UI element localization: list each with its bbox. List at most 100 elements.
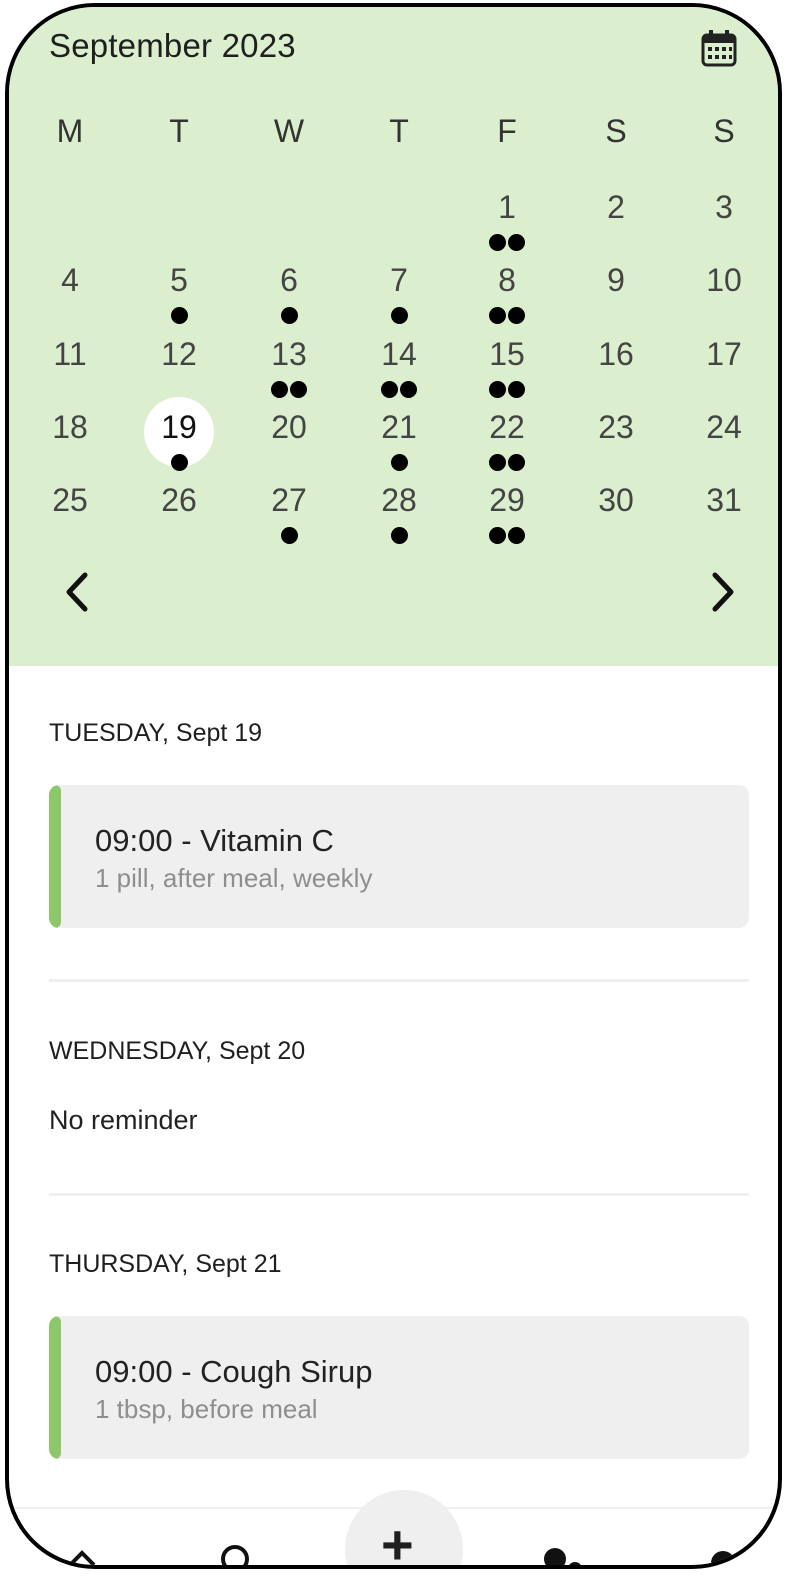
- reminder-dot: [489, 307, 506, 324]
- reminder-detail: 1 pill, after meal, weekly: [95, 863, 373, 893]
- day-number: 29: [489, 482, 525, 518]
- day-number: 30: [598, 482, 634, 518]
- calendar-day[interactable]: 27: [254, 470, 324, 544]
- calendar-day[interactable]: 6: [254, 250, 324, 324]
- reminder-detail: 1 tbsp, before meal: [95, 1394, 318, 1424]
- reminder-dot: [400, 381, 417, 398]
- weekday-label: T: [389, 113, 409, 149]
- reminder-dot: [508, 527, 525, 544]
- user-icon[interactable]: [541, 1545, 585, 1569]
- calendar-day[interactable]: 23: [581, 397, 651, 467]
- section-heading: TUESDAY, Sept 19: [49, 719, 263, 747]
- day-number: 14: [381, 336, 417, 372]
- reminder-dot: [508, 307, 525, 324]
- calendar-day[interactable]: 26: [144, 470, 214, 540]
- day-section-thursday: THURSDAY, Sept 21: [49, 1250, 742, 1279]
- reminder-dots: [364, 444, 434, 471]
- calendar-day[interactable]: 14: [364, 324, 434, 398]
- day-section-wednesday: WEDNESDAY, Sept 20: [49, 1037, 742, 1066]
- phone-frame: September 2023 MTWTFSS 1 2 3 4 5 6 7 8 9 10 11 12 13…: [5, 3, 782, 1569]
- weekday-label: S: [605, 113, 627, 149]
- calendar-day[interactable]: 16: [581, 324, 651, 394]
- weekday-label: S: [713, 113, 735, 149]
- reminder-dot: [381, 381, 398, 398]
- calendar-day[interactable]: 11: [35, 324, 105, 394]
- calendar-day-today[interactable]: 19: [144, 397, 214, 471]
- reminder-dot: [280, 307, 298, 324]
- reminder-dots: [144, 297, 214, 324]
- calendar-day[interactable]: 21: [364, 397, 434, 471]
- day-number: 24: [706, 409, 742, 445]
- reminder-dots: [364, 371, 434, 398]
- reminder-dot: [489, 527, 506, 544]
- weekday-label: T: [169, 113, 189, 149]
- calendar-day[interactable]: 3: [689, 177, 759, 247]
- calendar-day[interactable]: 2: [581, 177, 651, 247]
- calendar-day[interactable]: 18: [35, 397, 105, 467]
- reminder-dots: [472, 444, 542, 471]
- calendar-day[interactable]: 24: [689, 397, 759, 467]
- calendar-icon[interactable]: [701, 27, 737, 69]
- calendar-day[interactable]: 17: [689, 324, 759, 394]
- day-number: 7: [390, 262, 408, 298]
- calendar-day[interactable]: 25: [35, 470, 105, 540]
- calendar-day[interactable]: 12: [144, 324, 214, 394]
- reminder-dots: [364, 517, 434, 544]
- calendar-day[interactable]: 4: [35, 250, 105, 320]
- calendar-day[interactable]: 31: [689, 470, 759, 540]
- search-icon[interactable]: [217, 1541, 253, 1569]
- calendar-day[interactable]: 10: [689, 250, 759, 320]
- day-number: 6: [280, 262, 298, 298]
- add-reminder-button[interactable]: +: [345, 1490, 463, 1569]
- day-number: 13: [271, 336, 307, 372]
- chevron-left-icon[interactable]: [55, 567, 101, 617]
- calendar-day[interactable]: 9: [581, 250, 651, 320]
- weekday-label: W: [273, 113, 305, 149]
- settings-icon[interactable]: [705, 1545, 741, 1569]
- reminder-dot: [489, 454, 506, 471]
- chevron-right-icon[interactable]: [699, 567, 745, 617]
- reminder-dots: [472, 371, 542, 398]
- calendar-day[interactable]: 13: [254, 324, 324, 398]
- section-heading: THURSDAY, Sept 21: [49, 1250, 282, 1278]
- plus-icon: +: [381, 1513, 414, 1569]
- accent-bar: [49, 785, 61, 928]
- reminder-dots: [472, 517, 542, 544]
- reminder-dots: [364, 297, 434, 324]
- reminder-dots: [472, 297, 542, 324]
- calendar-day[interactable]: 8: [472, 250, 542, 324]
- calendar-day[interactable]: 29: [472, 470, 542, 544]
- reminder-card[interactable]: 09:00 - Cough Sirup 1 tbsp, before meal: [49, 1316, 749, 1459]
- reminder-dot: [390, 527, 408, 544]
- reminder-dot: [489, 234, 506, 251]
- calendar-day[interactable]: 5: [144, 250, 214, 324]
- day-number: 15: [489, 336, 525, 372]
- reminder-dot: [508, 381, 525, 398]
- day-section-tuesday: TUESDAY, Sept 19: [49, 719, 742, 748]
- day-number: 27: [271, 482, 307, 518]
- reminder-dots: [144, 444, 214, 471]
- day-number: 1: [498, 189, 516, 225]
- day-number: 9: [607, 262, 625, 298]
- divider: [49, 1193, 749, 1196]
- divider: [49, 979, 749, 982]
- reminder-dot: [508, 454, 525, 471]
- calendar-day[interactable]: 1: [472, 177, 542, 251]
- reminder-dots: [254, 517, 324, 544]
- accent-bar: [49, 1316, 61, 1459]
- reminder-title: 09:00 - Vitamin C: [95, 823, 334, 858]
- calendar-day[interactable]: 20: [254, 397, 324, 467]
- calendar-day[interactable]: 28: [364, 470, 434, 544]
- reminder-card[interactable]: 09:00 - Vitamin C 1 pill, after meal, we…: [49, 785, 749, 928]
- calendar-day[interactable]: 22: [472, 397, 542, 471]
- calendar-day[interactable]: 15: [472, 324, 542, 398]
- calendar-day[interactable]: 7: [364, 250, 434, 324]
- day-number: 12: [161, 336, 197, 372]
- calendar-day[interactable]: 30: [581, 470, 651, 540]
- day-number: 26: [161, 482, 197, 518]
- day-number: 16: [598, 336, 634, 372]
- day-number: 28: [381, 482, 417, 518]
- day-number: 2: [607, 189, 625, 225]
- reminder-dot: [489, 381, 506, 398]
- home-icon[interactable]: [67, 1547, 97, 1569]
